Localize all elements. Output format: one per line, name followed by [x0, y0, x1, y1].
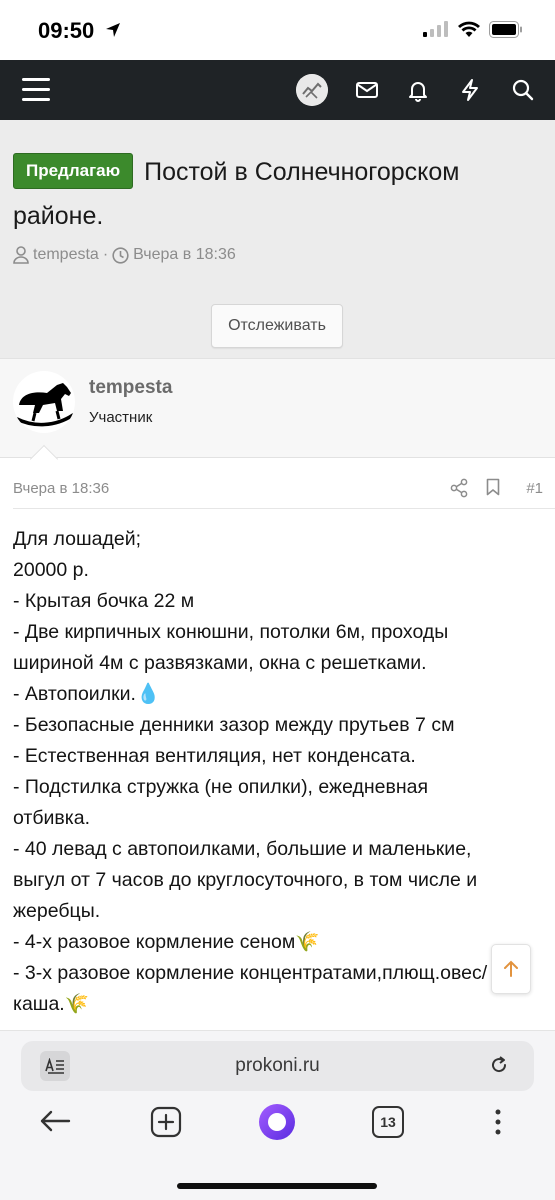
arrow-up-icon: [504, 960, 518, 977]
post-divider: [13, 508, 555, 509]
thread-author[interactable]: tempesta: [33, 246, 99, 264]
grain-emoji: 🌾: [295, 931, 320, 953]
wifi-icon: [458, 21, 480, 37]
prefix-badge[interactable]: Предлагаю: [13, 153, 134, 189]
share-icon[interactable]: [450, 478, 468, 498]
new-tab-icon[interactable]: [150, 1106, 182, 1138]
bookmark-icon[interactable]: [486, 478, 500, 496]
post-line: - 3-х разовое кормление концентратами,пл…: [13, 962, 488, 984]
address-bar[interactable]: prokoni.ru: [21, 1041, 534, 1091]
avatar[interactable]: [296, 74, 328, 106]
thread-title: Предлагаю Постой в Солнечногорском район…: [13, 150, 543, 238]
user-role: Участник: [89, 409, 153, 426]
rocking-horse-icon: [15, 383, 75, 427]
status-indicators: [423, 20, 523, 38]
scroll-to-top-button[interactable]: [491, 944, 531, 994]
lightning-icon[interactable]: [459, 78, 481, 102]
post-line: - Подстилка стружка (не опилки), ежеднев…: [13, 776, 429, 798]
watch-button[interactable]: Отслеживать: [211, 304, 343, 348]
post-user-block: tempesta Участник: [0, 358, 555, 458]
thread-meta: tempesta · Вчера в 18:36: [13, 246, 236, 264]
user-name[interactable]: tempesta: [89, 377, 172, 399]
status-bar: 09:50: [0, 0, 555, 60]
post-line: 20000 р.: [13, 559, 89, 581]
post-date[interactable]: Вчера в 18:36: [13, 480, 109, 497]
post-line: каша.🌾: [13, 989, 543, 1020]
post-line-text: - 4-х разовое кормление сеном: [13, 931, 296, 953]
tabs-count-button[interactable]: 13: [372, 1106, 404, 1138]
post-line-text: каша.: [13, 993, 65, 1015]
menu-icon[interactable]: [22, 78, 50, 102]
user-avatar[interactable]: [13, 371, 75, 433]
thread-header: Предлагаю Постой в Солнечногорском район…: [0, 120, 555, 358]
alice-assistant-icon[interactable]: [258, 1103, 296, 1141]
mail-icon[interactable]: [355, 78, 379, 102]
home-indicator: [177, 1183, 377, 1189]
user-icon: [13, 246, 29, 264]
bell-icon[interactable]: [406, 78, 430, 102]
status-time: 09:50: [38, 18, 95, 43]
post-line: - Две кирпичных конюшни, потолки 6м, про…: [13, 621, 449, 643]
post-body: Для лошадей; 20000 р. - Крытая бочка 22 …: [13, 524, 543, 1020]
location-arrow-icon: [106, 23, 120, 37]
meta-separator: ·: [102, 246, 109, 263]
post-line: шириной 4м с развязками, окна с решеткам…: [13, 652, 427, 674]
post-line: жеребцы.: [13, 900, 101, 922]
signal-icon: [423, 21, 448, 37]
post-line: - 40 левад с автопоилками, большие и мал…: [13, 838, 472, 860]
post-line: Для лошадей;: [13, 528, 142, 550]
post-number[interactable]: #1: [526, 480, 543, 497]
post-line: - Естественная вентиляция, нет конденсат…: [13, 745, 416, 767]
thread-date[interactable]: Вчера в 18:36: [133, 246, 236, 264]
reload-icon[interactable]: [488, 1054, 510, 1076]
post-line: - Автопоилки.💧: [13, 679, 543, 710]
post-meta: Вчера в 18:36 #1: [13, 478, 543, 500]
post-line: - Безопасные денники зазор между прутьев…: [13, 714, 455, 736]
url-text: prokoni.ru: [235, 1055, 320, 1076]
post-line: отбивка.: [13, 807, 90, 829]
post-line: выгул от 7 часов до круглосуточного, в т…: [13, 869, 478, 891]
back-arrow-icon[interactable]: [38, 1106, 72, 1136]
search-icon[interactable]: [511, 78, 535, 102]
droplet-emoji: 💧: [135, 683, 161, 705]
post-line-text: - Автопоилки.: [13, 683, 136, 705]
post-line: - Крытая бочка 22 м: [13, 590, 195, 612]
more-options-icon[interactable]: [490, 1106, 506, 1138]
top-navbar: [0, 60, 555, 120]
post-line: - 4-х разовое кормление сеном🌾: [13, 927, 543, 958]
battery-icon: [489, 20, 522, 38]
grain-emoji: 🌾: [64, 993, 89, 1015]
clock-icon: [112, 246, 129, 264]
